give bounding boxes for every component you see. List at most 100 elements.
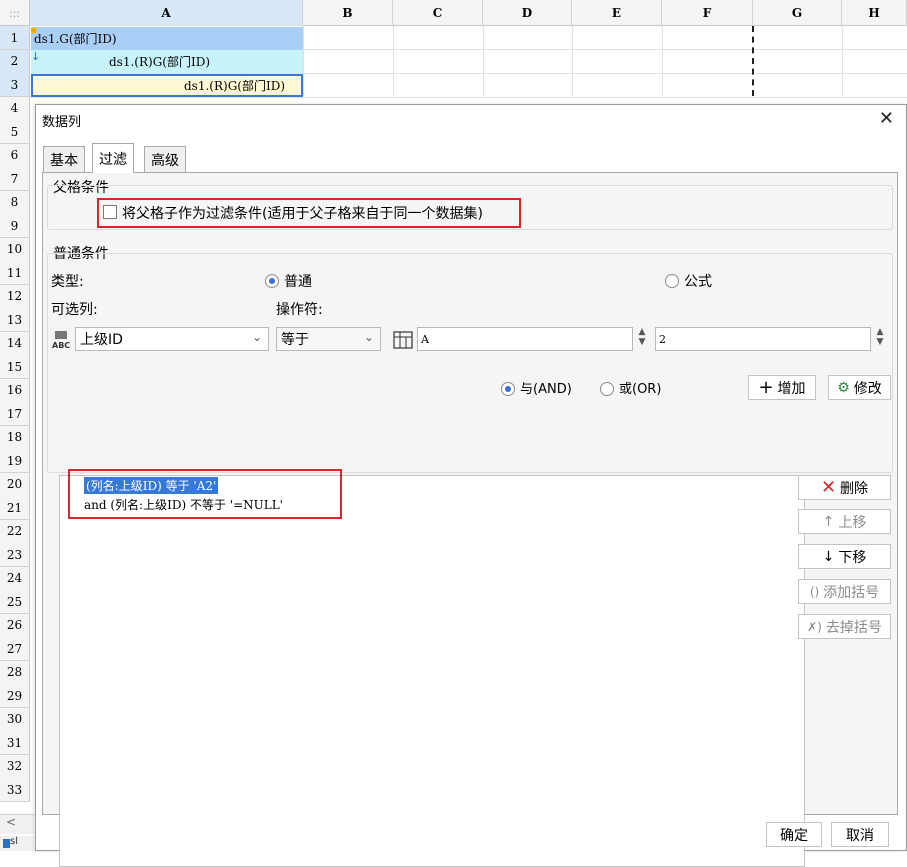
row-header[interactable]: 16	[0, 378, 30, 403]
column-header-e[interactable]: E	[572, 0, 662, 26]
condition-item[interactable]: (列名:上级ID) 等于 'A2'	[84, 477, 219, 494]
row-header[interactable]: 23	[0, 543, 30, 567]
cancel-button[interactable]: 取消	[831, 822, 889, 847]
row-header[interactable]: 31	[0, 731, 30, 755]
cell-a1[interactable]: ds1.G(部门ID)	[31, 27, 303, 50]
row-header[interactable]: 29	[0, 684, 30, 708]
plus-icon: +	[758, 377, 774, 398]
row-header[interactable]: 9	[0, 214, 30, 238]
modify-condition-button[interactable]: ⚙ 修改	[828, 375, 891, 400]
column-header-h[interactable]: H	[842, 0, 907, 26]
cell-reference-icon[interactable]	[392, 329, 414, 351]
cell-a2[interactable]: ds1.(R)G(部门ID)	[31, 50, 303, 73]
expand-down-icon: ↓	[31, 50, 41, 63]
tab-basic[interactable]: 基本	[43, 146, 85, 172]
cell-marker-icon	[31, 28, 36, 33]
row-header[interactable]: 12	[0, 284, 30, 309]
grid-line	[393, 26, 394, 96]
row-header[interactable]: 1	[0, 26, 30, 50]
radio-normal-label: 普通	[284, 274, 312, 290]
row-header[interactable]: 17	[0, 402, 30, 426]
row-header[interactable]: 22	[0, 519, 30, 544]
column-header-row: ::: A B C D E F G H	[0, 0, 907, 26]
row-header[interactable]: 10	[0, 237, 30, 262]
row-header[interactable]: 5	[0, 120, 30, 144]
value-spinner[interactable]: ▲ ▼	[635, 327, 649, 351]
row-header[interactable]: 2	[0, 49, 30, 74]
text-type-icon: ABC	[51, 329, 73, 351]
row-header[interactable]: 21	[0, 496, 30, 520]
sheet-tab[interactable]: sl	[0, 836, 34, 851]
horizontal-scroll-left[interactable]: <	[0, 814, 34, 834]
common-condition-group	[47, 253, 893, 473]
row-header[interactable]: 3	[0, 73, 30, 97]
row-header[interactable]: 28	[0, 660, 30, 685]
row-header[interactable]: 8	[0, 190, 30, 215]
add-bracket-button[interactable]: () 添加括号	[798, 579, 891, 604]
page-break-line	[752, 26, 754, 96]
value-input[interactable]: A	[417, 327, 633, 351]
condition-list[interactable]: (列名:上级ID) 等于 'A2' and (列名:上级ID) 不等于 '=NU…	[59, 469, 805, 867]
row-header[interactable]: 7	[0, 167, 30, 191]
radio-or-label: 或(OR)	[619, 382, 662, 397]
chevron-down-icon: ⌄	[363, 330, 374, 344]
column-header-a[interactable]: A	[30, 0, 303, 26]
delete-button[interactable]: ✕ 删除	[798, 475, 891, 500]
tab-filter[interactable]: 过滤	[92, 143, 134, 173]
row-header[interactable]: 32	[0, 754, 30, 779]
arrow-down-icon: ↓	[822, 548, 835, 565]
close-icon[interactable]: ✕	[879, 109, 894, 129]
number-spinner[interactable]: ▲ ▼	[873, 327, 887, 351]
row-header[interactable]: 13	[0, 308, 30, 332]
bracket-icon: ()	[809, 584, 820, 599]
select-all-corner[interactable]: :::	[0, 0, 30, 26]
tab-advanced[interactable]: 高级	[144, 146, 186, 172]
row-header[interactable]: 24	[0, 566, 30, 591]
move-up-label: 上移	[838, 514, 867, 531]
svg-text:ABC: ABC	[52, 341, 70, 350]
radio-formula[interactable]	[665, 274, 679, 288]
grid-line	[30, 97, 907, 98]
column-header-f[interactable]: F	[662, 0, 753, 26]
operator-label: 操作符:	[276, 302, 323, 318]
row-header[interactable]: 11	[0, 261, 30, 285]
radio-normal[interactable]	[265, 274, 279, 288]
operator-select[interactable]: 等于 ⌄	[276, 327, 381, 351]
parent-filter-checkbox[interactable]	[103, 205, 117, 219]
ok-button[interactable]: 确定	[766, 822, 822, 847]
condition-item[interactable]: and (列名:上级ID) 不等于 '=NULL'	[84, 496, 283, 513]
grid-line	[483, 26, 484, 96]
add-condition-button[interactable]: + 增加	[748, 375, 816, 400]
move-up-button[interactable]: ↑ 上移	[798, 509, 891, 534]
row-header[interactable]: 30	[0, 707, 30, 732]
row-header[interactable]: 15	[0, 355, 30, 379]
column-header-g[interactable]: G	[753, 0, 842, 26]
gear-icon: ⚙	[837, 379, 850, 396]
row-header[interactable]: 26	[0, 613, 30, 638]
row-header[interactable]: 33	[0, 778, 30, 802]
number-input[interactable]: 2	[655, 327, 871, 351]
column-select[interactable]: 上级ID ⌄	[75, 327, 269, 351]
grid-line	[572, 26, 573, 96]
row-header[interactable]: 25	[0, 590, 30, 614]
move-down-button[interactable]: ↓ 下移	[798, 544, 891, 569]
row-header[interactable]: 27	[0, 637, 30, 661]
dialog-title: 数据列	[42, 115, 82, 130]
column-header-b[interactable]: B	[303, 0, 393, 26]
row-header[interactable]: 14	[0, 331, 30, 356]
row-header[interactable]: 6	[0, 143, 30, 168]
cell-a3[interactable]: ds1.(R)G(部门ID)	[31, 74, 303, 97]
column-label: 可选列:	[51, 302, 98, 318]
column-header-d[interactable]: D	[483, 0, 572, 26]
row-header[interactable]: 20	[0, 472, 30, 497]
column-header-c[interactable]: C	[393, 0, 483, 26]
radio-formula-label: 公式	[684, 274, 712, 290]
radio-and[interactable]	[501, 382, 515, 396]
chevron-down-icon: ⌄	[251, 330, 262, 344]
row-header[interactable]: 4	[0, 96, 30, 121]
row-header[interactable]: 18	[0, 425, 30, 450]
radio-or[interactable]	[600, 382, 614, 396]
row-header[interactable]: 19	[0, 449, 30, 473]
remove-bracket-button[interactable]: ✗) 去掉括号	[798, 614, 891, 639]
type-label: 类型:	[51, 274, 84, 290]
